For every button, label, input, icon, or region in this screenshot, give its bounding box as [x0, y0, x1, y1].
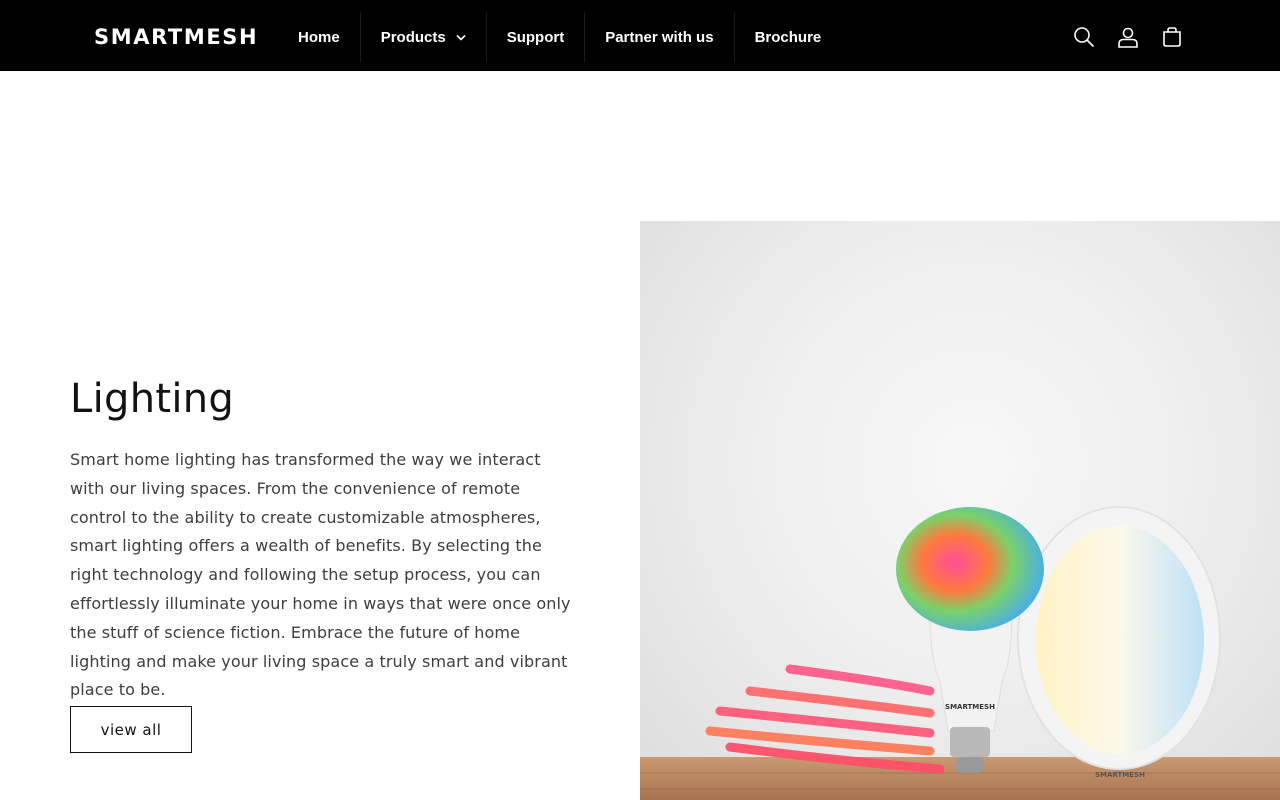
nav-item-partner[interactable]: Partner with us	[585, 12, 735, 62]
nav-home-label: Home	[298, 28, 340, 46]
nav-item-brochure[interactable]: Brochure	[735, 12, 842, 62]
header-icons	[1062, 15, 1194, 59]
section-title: Lighting	[70, 376, 235, 422]
nav-item-home[interactable]: Home	[278, 12, 361, 62]
account-icon[interactable]	[1106, 15, 1150, 59]
search-icon[interactable]	[1062, 15, 1106, 59]
nav-item-support[interactable]: Support	[487, 12, 586, 62]
lighting-product-image: SMARTMESH SMARTMESH	[640, 221, 1280, 800]
brand-logo[interactable]: SMARTMESH	[94, 24, 258, 50]
bulb-logo-text: SMARTMESH	[945, 703, 995, 711]
view-all-button[interactable]: view all	[70, 706, 192, 753]
nav-item-products[interactable]: Products	[361, 12, 487, 62]
main-nav: Home Products Support Partner with us Br…	[278, 12, 841, 62]
section-description: Smart home lighting has transformed the …	[70, 450, 571, 700]
cart-icon[interactable]	[1150, 15, 1194, 59]
nav-brochure-label: Brochure	[754, 28, 822, 46]
nav-products-label: Products	[380, 28, 446, 46]
nav-support-label: Support	[506, 28, 565, 46]
lighting-products-illustration: SMARTMESH SMARTMESH	[640, 506, 1280, 800]
panel-logo-text: SMARTMESH	[1095, 771, 1145, 779]
nav-partner-label: Partner with us	[605, 28, 714, 46]
chevron-down-icon	[456, 34, 466, 41]
site-header: SMARTMESH Home Products Support Partner …	[0, 0, 1280, 71]
